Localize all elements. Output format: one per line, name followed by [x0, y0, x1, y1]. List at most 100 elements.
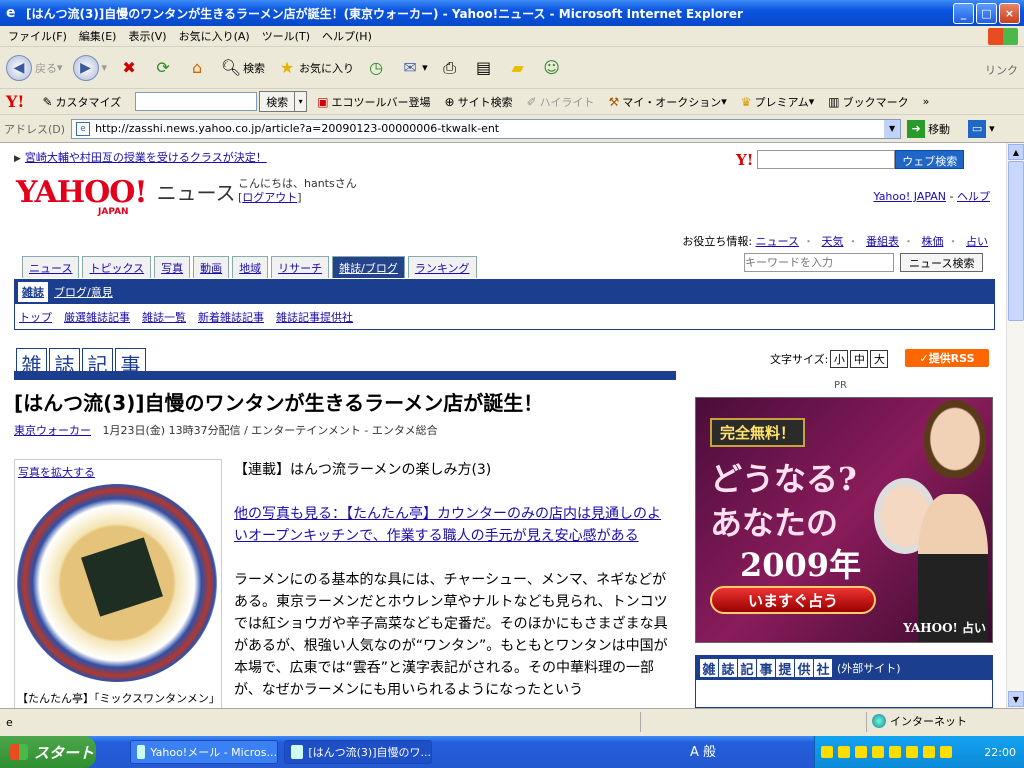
mail-button[interactable]: ✉ ▾: [398, 56, 427, 80]
ime-indicator[interactable]: A 般: [690, 741, 716, 760]
eco-button[interactable]: ▣ エコツールバー登場: [317, 94, 430, 110]
useful-link-tv[interactable]: 番組表: [866, 235, 899, 248]
menu-favorites[interactable]: お気に入り(A): [179, 28, 250, 44]
back-button[interactable]: ◀ 戻る ▾: [6, 54, 63, 81]
tray-icon[interactable]: [906, 746, 918, 758]
font-size-medium[interactable]: 中: [850, 350, 869, 368]
help-link[interactable]: ヘルプ: [957, 190, 990, 203]
links-button[interactable]: リンク: [985, 62, 1018, 78]
tray-icon[interactable]: [940, 746, 952, 758]
auction-button[interactable]: ⚒ マイ・オークション ▾: [608, 94, 726, 110]
menu-file[interactable]: ファイル(F): [8, 28, 67, 44]
subnav-blog[interactable]: ブログ/意見: [50, 282, 117, 302]
minimize-button[interactable]: _: [953, 2, 974, 24]
rss-button[interactable]: ✓ 提供RSS: [905, 349, 989, 367]
yahoo-news-logo[interactable]: YAHOO! JAPAN ニュース: [16, 177, 236, 218]
tray-icon[interactable]: [872, 746, 884, 758]
toolbar-search-button[interactable]: 検索: [259, 91, 296, 112]
messenger-button[interactable]: ☺: [540, 56, 564, 80]
go-button[interactable]: ➜ 移動: [907, 119, 950, 138]
logout-link[interactable]: ログアウト: [242, 191, 297, 204]
scroll-down-icon[interactable]: ▼: [1008, 691, 1024, 707]
highlight-button[interactable]: ✐ ハイライト: [527, 94, 595, 110]
vertical-scrollbar[interactable]: ▲ ▼: [1006, 143, 1024, 708]
useful-link-stocks[interactable]: 株価: [922, 235, 944, 248]
tab-magazine-blog[interactable]: 雑誌/ブログ: [332, 256, 405, 278]
scroll-thumb[interactable]: [1008, 161, 1024, 321]
subnav-providers[interactable]: 雑誌記事提供社: [276, 309, 353, 325]
discuss-button[interactable]: ▰: [506, 56, 530, 80]
maximize-button[interactable]: □: [976, 2, 997, 24]
font-size-small[interactable]: 小: [830, 350, 849, 368]
useful-link-weather[interactable]: 天気: [822, 235, 844, 248]
site-search-button[interactable]: ⊕ サイト検索: [445, 94, 513, 110]
customize-button[interactable]: ✎ カスタマイズ: [42, 94, 121, 110]
tab-research[interactable]: リサーチ: [271, 256, 330, 278]
close-button[interactable]: ×: [999, 2, 1020, 24]
tab-ranking[interactable]: ランキング: [407, 256, 477, 278]
print-button[interactable]: ⎙: [438, 56, 462, 80]
tray-icon[interactable]: [855, 746, 867, 758]
pencil-icon: ✎: [42, 94, 53, 109]
useful-link-fortune[interactable]: 占い: [966, 235, 988, 248]
search-button[interactable]: 🔍︎ 検索: [219, 56, 265, 80]
start-button[interactable]: スタート: [0, 736, 96, 768]
toolbar-search-input[interactable]: [135, 92, 258, 111]
subnav-magazine[interactable]: 雑誌: [18, 281, 48, 302]
address-dropdown[interactable]: ▼: [884, 119, 901, 138]
tray-icon[interactable]: [821, 746, 833, 758]
tab-photos[interactable]: 写真: [154, 256, 191, 278]
home-button[interactable]: ⌂: [185, 56, 209, 80]
menu-bar: ファイル(F) 編集(E) 表示(V) お気に入り(A) ツール(T) ヘルプ(…: [0, 26, 1024, 47]
tray-icon[interactable]: [923, 746, 935, 758]
messenger-toolbar-button[interactable]: ▭ ▾: [968, 119, 995, 138]
fortune-ad-banner[interactable]: 完全無料！ どうなる? あなたの 2009年 いますぐ占う YAHOO! 占い: [695, 397, 993, 643]
menu-edit[interactable]: 編集(E): [79, 28, 117, 44]
toolbar-search-dropdown[interactable]: ▾: [295, 91, 308, 112]
scroll-up-icon[interactable]: ▲: [1008, 144, 1024, 160]
subnav-selected[interactable]: 厳選雑誌記事: [64, 309, 130, 325]
refresh-icon: ⟳: [156, 58, 170, 77]
yahoo-japan-link[interactable]: Yahoo! JAPAN: [873, 190, 946, 203]
tab-topics[interactable]: トピックス: [82, 256, 152, 278]
stop-button[interactable]: ✖: [117, 56, 141, 80]
address-field[interactable]: e http://zasshi.news.yahoo.co.jp/article…: [71, 118, 902, 139]
news-search-input[interactable]: [744, 253, 894, 272]
subnav-new[interactable]: 新着雑誌記事: [198, 309, 264, 325]
menu-help[interactable]: ヘルプ(H): [322, 28, 372, 44]
more-photos-link[interactable]: 他の写真も見る：【たんたん亭】カウンターのみの店内は見通しのよいオープンキッチン…: [234, 506, 661, 544]
ad-cta-button[interactable]: いますぐ占う: [710, 586, 876, 614]
tray-icon[interactable]: [838, 746, 850, 758]
edit-button[interactable]: ▤: [472, 56, 496, 80]
subnav-list[interactable]: 雑誌一覧: [142, 309, 186, 325]
web-search-input[interactable]: [757, 150, 896, 169]
source-link[interactable]: 東京ウォーカー: [14, 424, 91, 437]
subnav-top[interactable]: トップ: [19, 309, 52, 325]
premium-button[interactable]: ♛ プレミアム ▾: [741, 94, 815, 110]
toolbar-more-button[interactable]: »: [923, 95, 930, 108]
tab-region[interactable]: 地域: [232, 256, 269, 278]
refresh-button[interactable]: ⟳: [151, 56, 175, 80]
useful-link-news[interactable]: ニュース: [756, 235, 799, 248]
task-yahoo-mail[interactable]: Yahoo!メール - Micros...: [130, 740, 278, 764]
menu-tools[interactable]: ツール(T): [262, 28, 310, 44]
favorites-button[interactable]: ★ お気に入り: [275, 56, 354, 80]
history-button[interactable]: ◷: [364, 56, 388, 80]
task-news-article[interactable]: [はんつ流(3)]自慢のワ...: [284, 740, 432, 764]
yahoo-logo-icon[interactable]: Y!: [6, 92, 24, 111]
top-announcement-link[interactable]: 宮崎大輔や村田亙の授業を受けるクラスが決定！: [25, 151, 267, 164]
bookmark-button[interactable]: ▥ ブックマーク: [828, 94, 908, 110]
font-size-large[interactable]: 大: [870, 350, 889, 368]
menu-view[interactable]: 表示(V): [128, 28, 166, 44]
photo-enlarge-link[interactable]: 写真を拡大する: [18, 464, 219, 480]
ramen-photo[interactable]: [17, 484, 217, 682]
address-url[interactable]: http://zasshi.news.yahoo.co.jp/article?a…: [95, 122, 884, 135]
news-search-button[interactable]: ニュース検索: [900, 253, 984, 272]
yahoo-toolbar: Y! ✎ カスタマイズ 検索 ▾ ▣ エコツールバー登場 ⊕ サイト検索 ✐ ハイライト…: [0, 89, 1024, 115]
magazine-providers-header: 雑 誌 記 事 提 供 社 (外部サイト): [696, 656, 992, 680]
tab-news[interactable]: ニュース: [22, 256, 80, 278]
web-search-button[interactable]: ウェブ検索: [895, 150, 965, 169]
tray-icon[interactable]: [889, 746, 901, 758]
tab-video[interactable]: 動画: [193, 256, 230, 278]
forward-button[interactable]: ▶ ▾: [72, 54, 107, 81]
